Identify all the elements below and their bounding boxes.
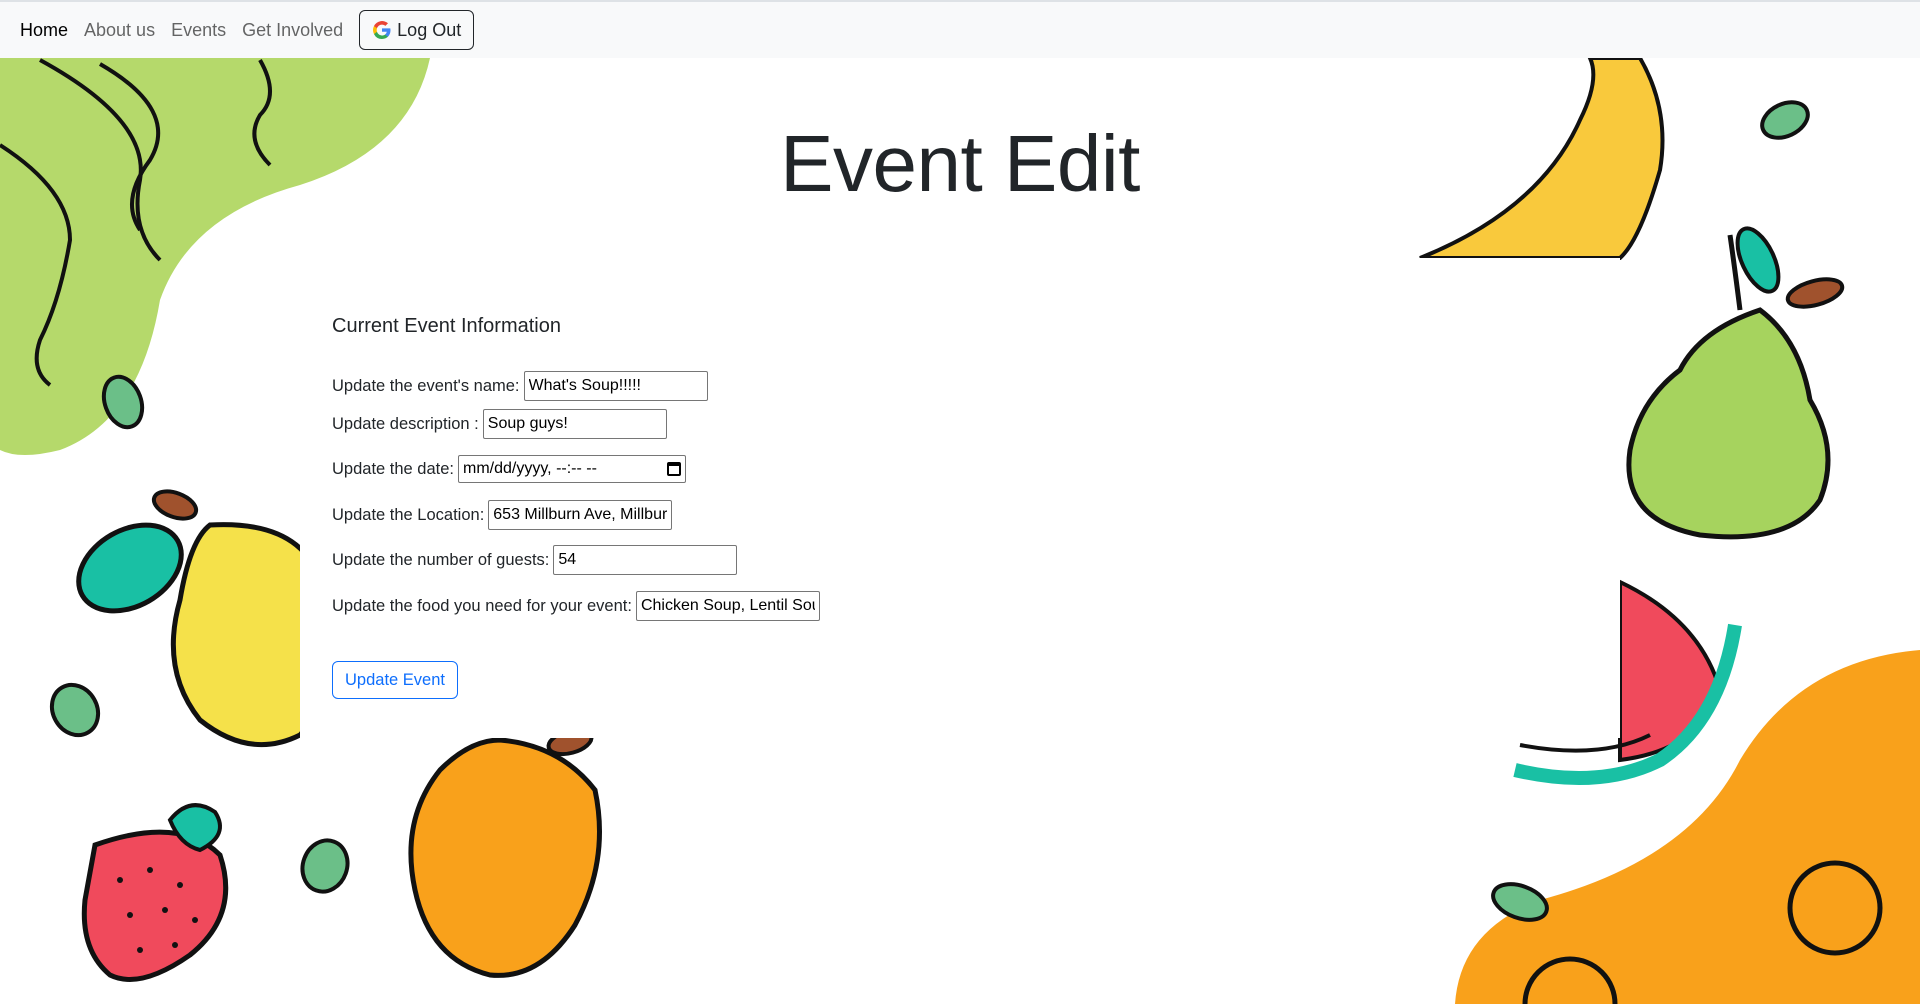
mango [408,737,602,978]
pear [1626,307,1831,540]
location-input[interactable] [488,500,673,530]
watermelon [1618,578,1723,763]
guests-row: Update the number of guests: [332,545,738,575]
logout-button[interactable]: Log Out [359,10,475,50]
calendar-icon[interactable] [667,462,682,476]
card-heading: Current Event Information [332,315,561,337]
strawberry [81,829,229,982]
food-row: Update the food you need for your event: [332,591,820,621]
description-label: Update description : [332,414,479,433]
food-label: Update the food you need for your event: [332,596,632,615]
guests-input[interactable] [553,545,738,575]
date-input[interactable]: mm/dd/yyyy, --:-- -- [458,455,687,483]
description-row: Update description : [332,409,667,439]
date-label: Update the date: [332,459,455,478]
event-name-row: Update the event's name: [332,371,708,401]
location-row: Update the Location: [332,500,673,530]
page-title: Event Edit [780,119,1140,208]
location-label: Update the Location: [332,505,485,524]
date-row: Update the date: mm/dd/yyyy, --:-- -- [332,455,687,483]
update-event-button[interactable]: Update Event [332,661,458,699]
logout-label: Log Out [397,19,462,40]
event-name-input[interactable] [523,371,708,401]
event-edit-card: Current Event Information Update the eve… [300,258,1620,738]
event-name-label: Update the event's name: [332,376,520,395]
nav-events[interactable]: Events [171,20,226,41]
nav-get-involved[interactable]: Get Involved [242,20,343,41]
guests-label: Update the number of guests: [332,550,550,569]
google-icon [373,21,391,39]
description-input[interactable] [482,409,667,439]
date-placeholder: mm/dd/yyyy, --:-- -- [463,460,597,477]
nav-about-us[interactable]: About us [84,20,155,41]
top-navbar: Home About us Events Get Involved Log Ou… [0,0,1920,58]
nav-home[interactable]: Home [20,20,68,41]
food-input[interactable] [635,591,820,621]
